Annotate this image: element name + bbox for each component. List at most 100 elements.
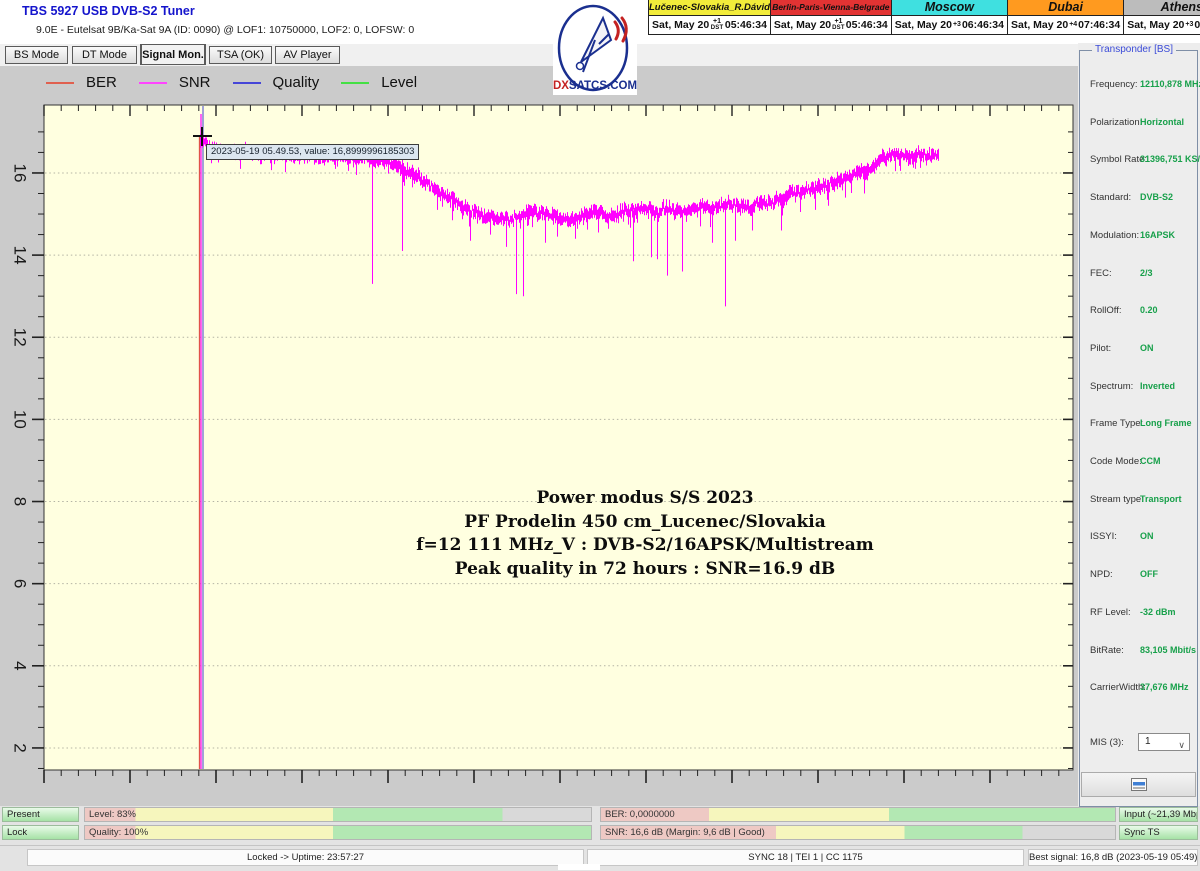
clock-time: Sat, May 20+407:46:34 xyxy=(1008,16,1123,34)
transponder-field-label: Code Mode: xyxy=(1090,456,1142,467)
clock-date: Sat, May 20 xyxy=(652,19,709,31)
window-notch xyxy=(558,864,600,870)
tab-signal-mon[interactable]: Signal Mon. xyxy=(140,44,206,65)
transponder-field-value: 2/3 xyxy=(1140,268,1153,278)
status-box-input-21-39-mbps-: Input (~21,39 Mbps) xyxy=(1119,807,1198,822)
mis-dropdown[interactable]: 1 ∨ xyxy=(1138,733,1190,751)
transponder-field-value: Transport xyxy=(1140,494,1182,504)
tab-av-player[interactable]: AV Player xyxy=(275,46,340,64)
legend-item-quality: Quality xyxy=(233,74,320,91)
chart-legend: BER SNR Quality Level xyxy=(46,74,439,91)
clock: MoscowSat, May 20+306:46:34 xyxy=(891,0,1007,34)
legend-item-level: Level xyxy=(341,74,417,91)
status-progressbar: Quality: 100% xyxy=(84,825,592,840)
tab-bar: BS ModeDT ModeSignal Mon.TSA (OK)AV Play… xyxy=(0,44,1078,67)
clock-time: Sat, May 20+1DST05:46:34 xyxy=(771,16,891,34)
transponder-field-value: Horizontal xyxy=(1140,117,1184,127)
annotation-line: Power modus S/S 2023 xyxy=(320,487,970,511)
status-box-present: Present xyxy=(2,807,79,822)
logo-rest: SATCS.COM xyxy=(569,80,637,92)
clock-date: Sat, May 20 xyxy=(895,19,952,31)
status-bar: Locked -> Uptime: 23:57:27SYNC 18 | TEI … xyxy=(0,845,1200,871)
stream-list-button[interactable] xyxy=(1081,772,1196,797)
status-box-lock: Lock xyxy=(2,825,79,840)
legend-line xyxy=(139,82,167,84)
transponder-field-value: ON xyxy=(1140,343,1154,353)
transponder-field-value: 12110,878 MHz xyxy=(1140,79,1200,89)
transponder-field-label: Frequency: xyxy=(1090,79,1138,90)
clock-hms: 06:46:34 xyxy=(962,19,1004,31)
clock-date: Sat, May 20 xyxy=(774,19,831,31)
transponder-field-label: FEC: xyxy=(1090,268,1112,279)
clock-time: Sat, May 20+1DST05:46:34 xyxy=(649,16,770,34)
legend-line xyxy=(341,82,369,84)
transponder-field-label: ISSYI: xyxy=(1090,531,1117,542)
tuner-subtitle: 9.0E - Eutelsat 9B/Ka-Sat 9A (ID: 0090) … xyxy=(36,24,414,36)
transponder-field-label: CarrierWidth: xyxy=(1090,682,1146,693)
svg-text:8: 8 xyxy=(11,497,30,506)
clock-hms: 05:46:34 xyxy=(725,19,767,31)
transponder-field-value: 31396,751 KS/s xyxy=(1140,154,1200,164)
mis-value: 1 xyxy=(1145,736,1151,747)
logo-dx: DX xyxy=(553,80,569,92)
transponder-field-value: ON xyxy=(1140,531,1154,541)
chart-annotation: Power modus S/S 2023 PF Prodelin 450 cm_… xyxy=(320,487,970,581)
statusbar-panel: Locked -> Uptime: 23:57:27 xyxy=(27,849,584,866)
clock-city-label: Dubai xyxy=(1008,0,1123,16)
snr-plot: 161412108642 xyxy=(0,66,1078,806)
status-progressbar: Level: 83% xyxy=(84,807,592,822)
app-title: TBS 5927 USB DVB-S2 Tuner xyxy=(22,4,195,18)
clock-city-label: Moscow xyxy=(892,0,1007,16)
transponder-field-label: RF Level: xyxy=(1090,607,1131,618)
clock-time: Sat, May 20+306:46:34 xyxy=(892,16,1007,34)
legend-label: SNR xyxy=(179,74,211,91)
transponder-sidebar: Transponder [BS] Frequency:12110,878 MHz… xyxy=(1078,43,1200,806)
transponder-field-value: Long Frame xyxy=(1140,418,1192,428)
clock: DubaiSat, May 20+407:46:34 xyxy=(1007,0,1123,34)
transponder-field-value: 37,676 MHz xyxy=(1140,682,1189,692)
clock-utc-offset: +3 xyxy=(953,22,961,28)
annotation-line: Peak quality in 72 hours : SNR=16.9 dB xyxy=(320,558,970,582)
mis-label: MIS (3): xyxy=(1090,737,1124,748)
clock-date: Sat, May 20 xyxy=(1011,19,1068,31)
transponder-field-label: Spectrum: xyxy=(1090,381,1133,392)
dxsatcs-logo: DXSATCS.COM xyxy=(553,0,637,95)
svg-text:6: 6 xyxy=(11,579,30,588)
transponder-field-label: Symbol Rate: xyxy=(1090,154,1147,165)
legend-item-ber: BER xyxy=(46,74,117,91)
svg-text:14: 14 xyxy=(11,246,30,265)
world-clocks: Lučenec-Slovakia_R.DávidSat, May 20+1DST… xyxy=(648,0,1200,35)
legend-label: Level xyxy=(381,74,417,91)
transponder-field-value: 83,105 Mbit/s xyxy=(1140,645,1196,655)
crosshair-cursor xyxy=(201,127,203,146)
legend-line xyxy=(46,82,74,84)
legend-line xyxy=(233,82,261,84)
transponder-field-label: NPD: xyxy=(1090,569,1113,580)
satellite-dish-icon: DXSATCS.COM xyxy=(553,0,637,95)
transponder-field-value: Inverted xyxy=(1140,381,1175,391)
clock-utc-offset: +3 xyxy=(1185,22,1193,28)
clock: AthensSat, May 20+306:46:34 xyxy=(1123,0,1200,34)
statusbar-panel: SYNC 18 | TEI 1 | CC 1175 xyxy=(587,849,1024,866)
svg-text:2: 2 xyxy=(11,743,30,752)
clock-city-label: Athens xyxy=(1124,0,1200,16)
stream-list-icon xyxy=(1131,778,1147,791)
clock-utc-offset: +4 xyxy=(1069,22,1077,28)
transponder-field-label: Modulation: xyxy=(1090,230,1139,241)
status-progressbar: SNR: 16,6 dB (Margin: 9,6 dB | Good) xyxy=(600,825,1116,840)
tab-tsa-ok[interactable]: TSA (OK) xyxy=(209,46,272,64)
svg-text:16: 16 xyxy=(11,164,30,183)
tab-dt-mode[interactable]: DT Mode xyxy=(72,46,137,64)
tab-bs-mode[interactable]: BS Mode xyxy=(5,46,68,64)
transponder-field-label: Pilot: xyxy=(1090,343,1111,354)
transponder-field-value: 0.20 xyxy=(1140,305,1158,315)
status-progressbar: BER: 0,0000000 xyxy=(600,807,1116,822)
transponder-field-label: Frame Type: xyxy=(1090,418,1143,429)
annotation-line: f=12 111 MHz_V : DVB-S2/16APSK/Multistre… xyxy=(320,534,970,558)
svg-text:DXSATCS.COM: DXSATCS.COM xyxy=(553,80,637,92)
groupbox-title: Transponder [BS] xyxy=(1092,44,1176,55)
status-box-sync-ts: Sync TS xyxy=(1119,825,1198,840)
signal-monitor-chart: 161412108642 BERSNRQualityLevel 2023-05-… xyxy=(0,66,1078,806)
statusbar-panel: Best signal: 16,8 dB (2023-05-19 05:49) xyxy=(1028,849,1198,866)
clock-utc-offset: +1DST xyxy=(832,19,845,31)
